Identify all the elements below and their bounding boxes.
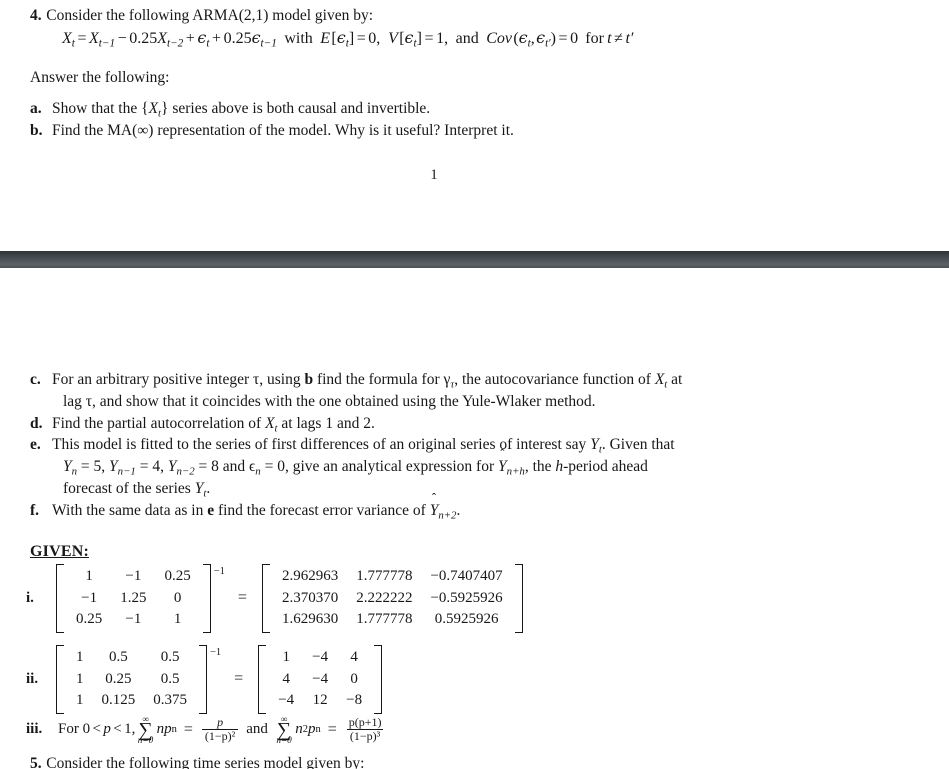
given-heading: GIVEN: bbox=[30, 543, 89, 560]
page-break-divider bbox=[0, 251, 949, 268]
matrix-ii-equals: = bbox=[234, 670, 244, 688]
matrix-row: −4 12 −8 bbox=[278, 692, 363, 708]
matrix-ii-inverse-exponent: −1 bbox=[210, 647, 222, 658]
question-heading: 4. Consider the following ARMA(2,1) model… bbox=[30, 6, 373, 26]
matrix-i-right-bracketed: 2.962963 1.777778 −0.7407407 2.370370 2.… bbox=[260, 564, 525, 633]
matrix-ii-left-bracketed: 1 0.5 0.5 1 0.25 0.5 1 0.125 0.375 bbox=[54, 645, 209, 714]
given-matrix-ii: ii. 1 0.5 0.5 1 0.25 0.5 1 0.125 0.375 −… bbox=[26, 645, 384, 714]
matrix-i-label: i. bbox=[26, 589, 34, 606]
next-question-text: Consider the following time series model… bbox=[46, 755, 365, 769]
question-number: 4. bbox=[30, 7, 42, 24]
series-equals-2: = bbox=[327, 720, 337, 738]
item-e-body: This model is fitted to the series of fi… bbox=[52, 436, 675, 456]
item-f: f. With the same data as in e find the fo… bbox=[30, 491, 930, 523]
y-hat-symbol: ˆY bbox=[429, 491, 439, 519]
model-equation: Xt = Xt−1−0.25Xt−2 + ϵt +0.25ϵt−1 with E [ϵt]… bbox=[62, 28, 634, 50]
item-b-label: b. bbox=[30, 122, 43, 139]
series-and-text: and bbox=[246, 721, 268, 738]
given-matrix-i: i. 1 −1 0.25 −1 1.25 0 0.25 −1 1 −1 = 2.… bbox=[26, 564, 525, 633]
matrix-row: 1 0.125 0.375 bbox=[76, 692, 187, 708]
matrix-ii-label: ii. bbox=[26, 670, 39, 687]
item-c: c. For an arbitrary positive integer τ, u… bbox=[30, 370, 930, 412]
item-d: d. Find the partial autocorrelation of Xt… bbox=[30, 414, 930, 436]
item-b-body: Find the MA(∞) representation of the mod… bbox=[52, 122, 514, 139]
question-prompt: Consider the following ARMA(2,1) model g… bbox=[46, 7, 374, 24]
matrix-row: 4 −4 0 bbox=[282, 670, 358, 687]
matrix-i-inverse-exponent: −1 bbox=[213, 566, 225, 577]
item-a-label: a. bbox=[30, 100, 42, 117]
item-e-label: e. bbox=[30, 436, 41, 453]
series-fraction-1: p (1−p)² bbox=[201, 715, 239, 744]
matrix-row: 1 −4 4 bbox=[282, 649, 358, 665]
item-c-ref-b: b bbox=[304, 371, 314, 388]
item-f-body: With the same data as in e find the fore… bbox=[52, 491, 461, 522]
item-b: b. Find the MA(∞) representation of the m… bbox=[30, 121, 514, 141]
series-condition: For 0 < p <1, bbox=[58, 721, 136, 738]
item-d-label: d. bbox=[30, 415, 43, 432]
series-fraction-2: p(p+1) (1−p)³ bbox=[346, 715, 384, 744]
answer-instruction: Answer the following: bbox=[30, 69, 170, 86]
item-c-body: For an arbitrary positive integer τ, usi… bbox=[52, 371, 683, 391]
item-e: e. This model is fitted to the series of … bbox=[30, 435, 930, 501]
series-body-1: np bbox=[156, 721, 172, 738]
matrix-row: 2.370370 2.222222 −0.5925926 bbox=[281, 589, 503, 606]
y-hat-symbol: ˆY bbox=[498, 447, 507, 476]
summation-icon-2: ∑ ∞ n=0 bbox=[276, 713, 292, 745]
matrix-row: 2.962963 1.777778 −0.7407407 bbox=[281, 568, 503, 584]
matrix-i-left-bracketed: 1 −1 0.25 −1 1.25 0 0.25 −1 1 bbox=[54, 564, 213, 633]
item-c-label: c. bbox=[30, 371, 41, 388]
page-number: 1 bbox=[430, 167, 438, 183]
item-e-continuation-1: Yn = 5, Yn−1 = 4, Yn−2 = 8 and ϵn = 0, g… bbox=[63, 447, 648, 478]
item-e-continuation-2: forecast of the series Yt. bbox=[63, 480, 211, 500]
item-d-body: Find the partial autocorrelation of Xt a… bbox=[52, 415, 375, 435]
given-series-identities: iii. For 0 < p <1, ∑ ∞ n=0 np n = p (1−p)² and… bbox=[26, 713, 386, 745]
item-a-body: Show that the {Xt} series above is both … bbox=[52, 100, 431, 120]
item-a: a. Show that the {Xt} series above is bot… bbox=[30, 99, 430, 121]
item-c-continuation: lag τ, and show that it coincides with t… bbox=[63, 393, 596, 411]
series-body-2: n bbox=[295, 721, 303, 738]
matrix-ii-right-table: 1 −4 4 4 −4 0 −4 12 −8 bbox=[269, 647, 371, 712]
series-label: iii. bbox=[26, 721, 43, 738]
matrix-i-left-table: 1 −1 0.25 −1 1.25 0 0.25 −1 1 bbox=[67, 566, 200, 631]
matrix-row: 1 0.5 0.5 bbox=[76, 649, 180, 665]
matrix-row: 1 −1 0.25 bbox=[85, 568, 191, 584]
next-question-clipped: 5. Consider the following time series mod… bbox=[30, 754, 364, 769]
matrix-ii-left-table: 1 0.5 0.5 1 0.25 0.5 1 0.125 0.375 bbox=[67, 647, 196, 712]
matrix-i-right-table: 2.962963 1.777778 −0.7407407 2.370370 2.… bbox=[273, 566, 512, 631]
matrix-row: 0.25 −1 1 bbox=[76, 611, 182, 627]
next-question-number: 5. bbox=[30, 755, 42, 769]
matrix-row: −1 1.25 0 bbox=[81, 589, 182, 606]
matrix-i-equals: = bbox=[237, 589, 247, 607]
series-equals-1: = bbox=[183, 720, 193, 738]
summation-icon-1: ∑ ∞ n=0 bbox=[137, 713, 154, 745]
item-f-label: f. bbox=[30, 502, 40, 519]
matrix-row: 1.629630 1.777778 0.5925926 bbox=[281, 611, 499, 627]
matrix-ii-right-bracketed: 1 −4 4 4 −4 0 −4 12 −8 bbox=[256, 645, 384, 714]
matrix-row: 1 0.25 0.5 bbox=[76, 670, 180, 687]
